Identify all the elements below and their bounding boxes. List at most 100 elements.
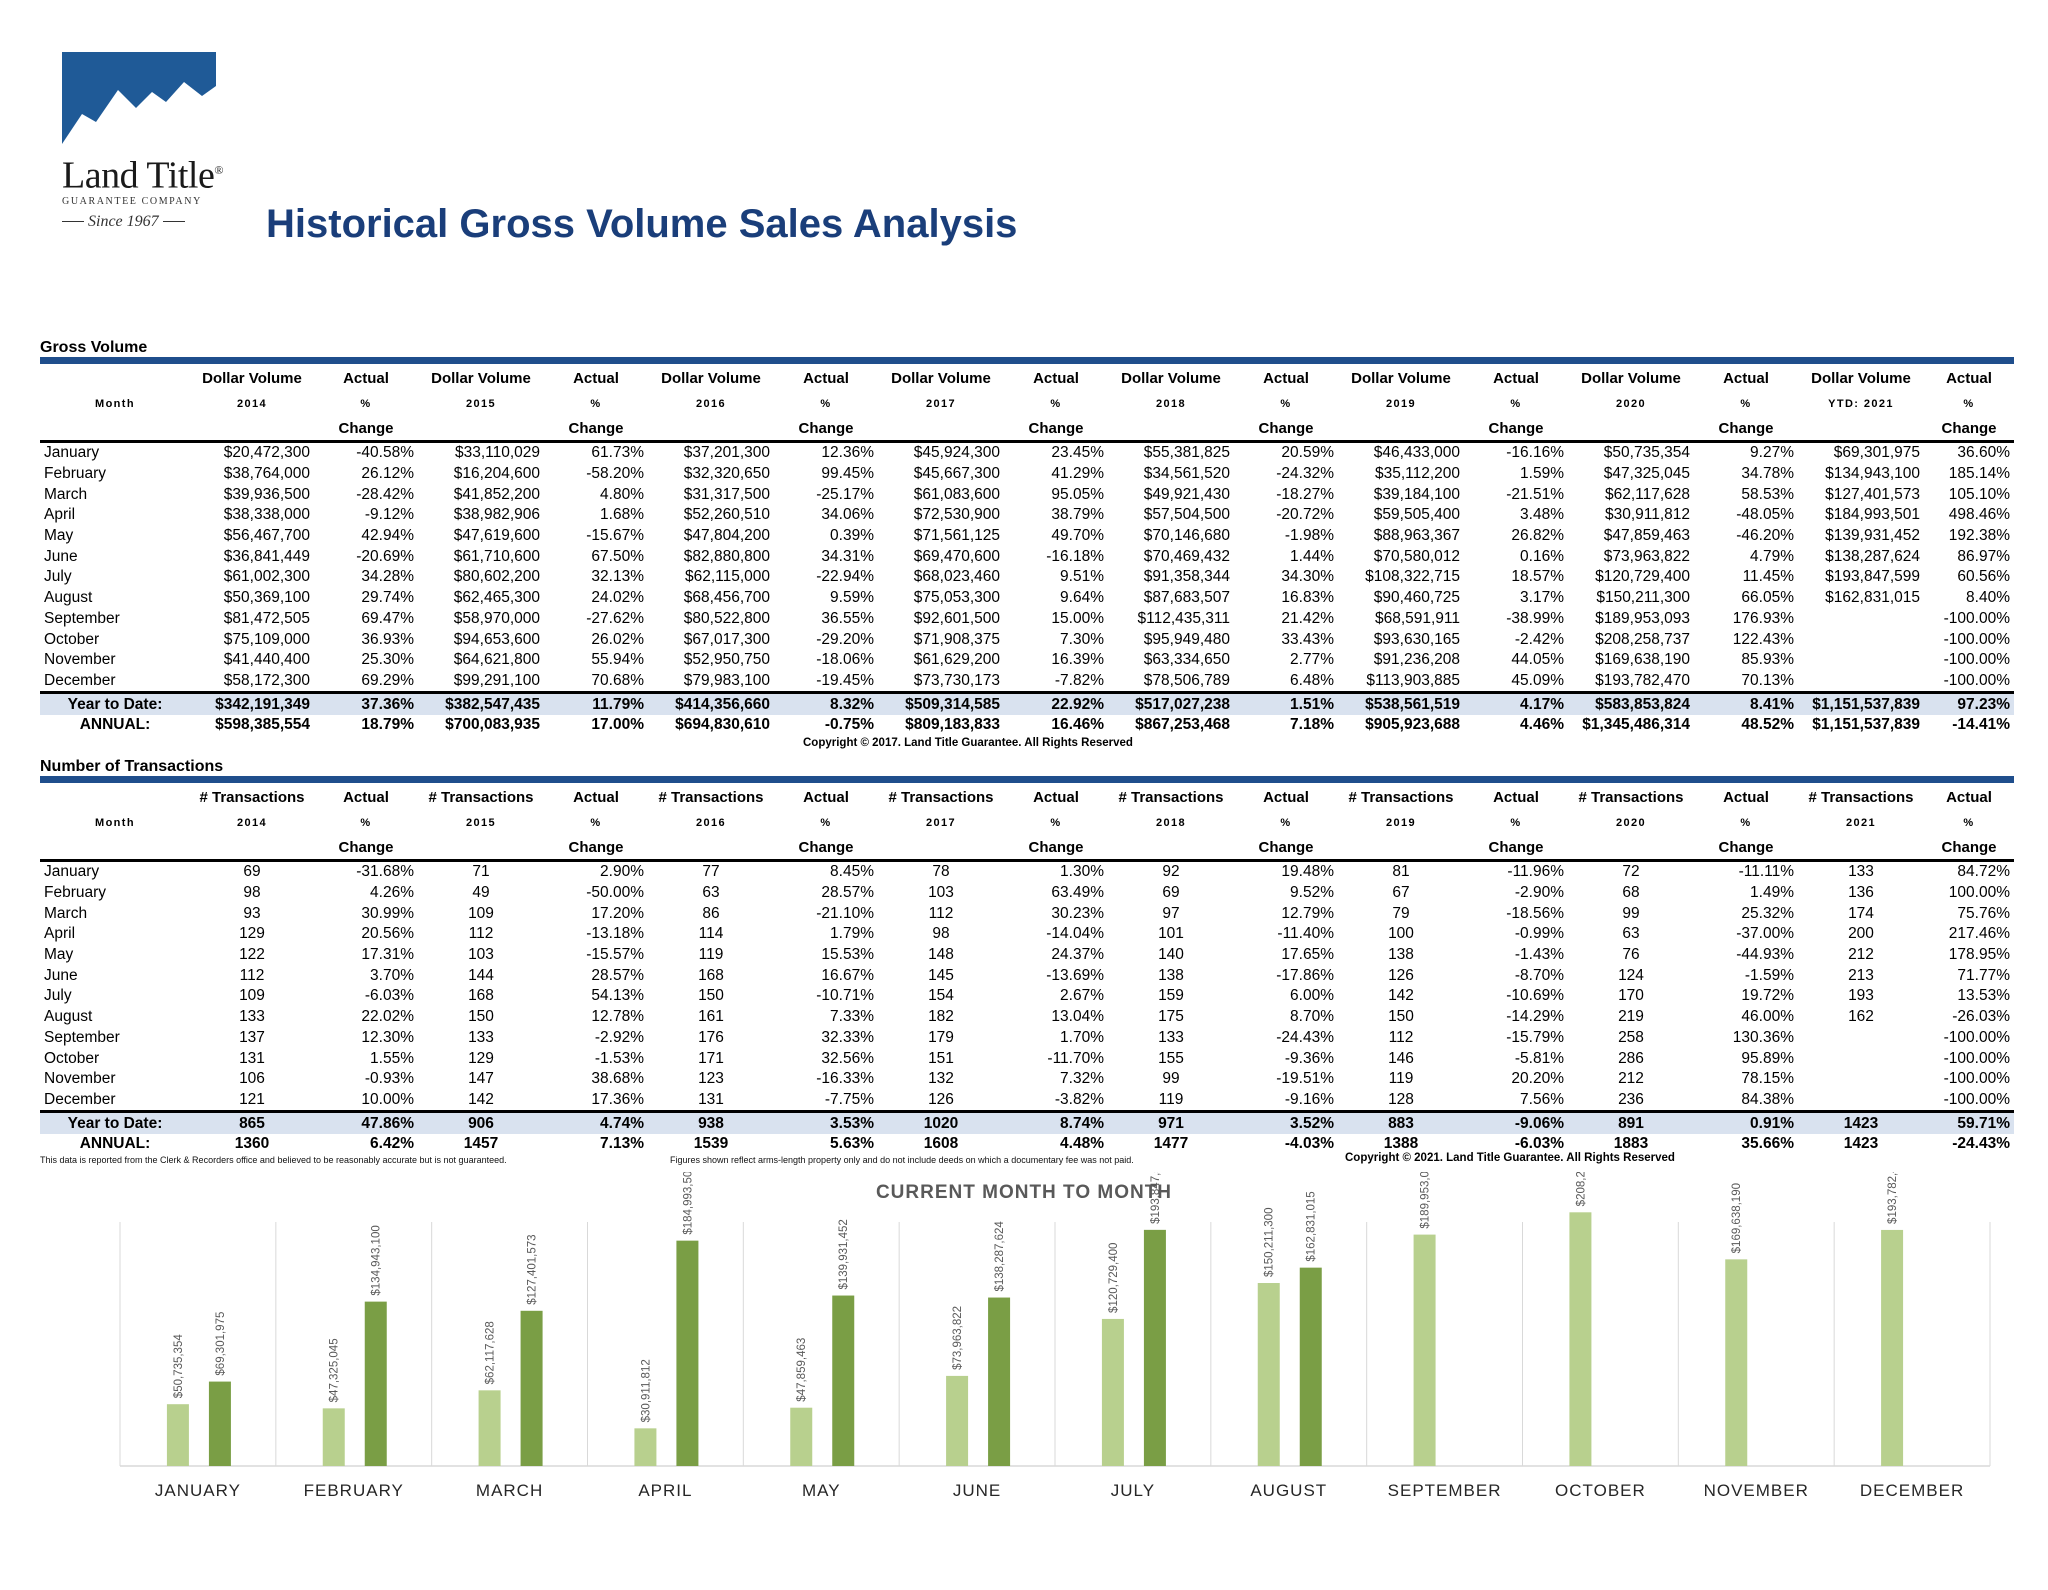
ytd-cell: 3.52% bbox=[1234, 1110, 1338, 1134]
ytd-cell: 1020 bbox=[878, 1110, 1004, 1134]
value-cell: $91,358,344 bbox=[1143, 568, 1230, 586]
value-cell bbox=[1798, 629, 1924, 650]
change-cell: -21.51% bbox=[1506, 485, 1564, 503]
header-year: 2020 bbox=[1615, 816, 1647, 829]
change-cell: -18.56% bbox=[1506, 904, 1564, 922]
value-cell: 131 bbox=[239, 1049, 265, 1067]
bar-march-prev bbox=[478, 1390, 501, 1466]
value-cell: 175 bbox=[1158, 1008, 1184, 1026]
ytd-cell: 8.41% bbox=[1694, 691, 1798, 715]
bar-data-label: $162,831,015 bbox=[1306, 1191, 1318, 1261]
change-cell: -58.20% bbox=[586, 465, 644, 483]
header-actual: Actual bbox=[1493, 789, 1539, 806]
value-cell: $68,591,911 bbox=[1374, 609, 1460, 627]
value-cell bbox=[1798, 671, 1924, 693]
change-cell: -26.03% bbox=[1952, 1008, 2010, 1026]
value-cell: $80,602,200 bbox=[453, 568, 540, 586]
gross-volume-band bbox=[40, 357, 2014, 364]
header-year: 2019 bbox=[1385, 816, 1417, 829]
change-cell: -1.59% bbox=[1744, 966, 1794, 984]
value-cell: 92 bbox=[1162, 863, 1180, 881]
x-tick-label: OCTOBER bbox=[1555, 1481, 1646, 1500]
month-cell: June bbox=[44, 966, 78, 984]
value-cell: 86 bbox=[702, 904, 720, 922]
header-volume: # Transactions bbox=[1118, 789, 1224, 806]
month-cell: April bbox=[44, 506, 76, 524]
bar-may-curr bbox=[832, 1295, 855, 1466]
change-cell: -14.04% bbox=[1046, 925, 1104, 943]
ytd-cell: 59.71% bbox=[1924, 1110, 2014, 1134]
value-cell: $189,953,093 bbox=[1595, 609, 1690, 627]
change-cell: 122.43% bbox=[1732, 630, 1794, 648]
value-cell: 99 bbox=[1162, 1070, 1180, 1088]
value-cell: $45,667,300 bbox=[913, 465, 1000, 483]
annual-cell: 35.66% bbox=[1741, 1135, 1794, 1153]
value-cell: 77 bbox=[702, 863, 720, 881]
change-cell: 13.04% bbox=[1051, 1008, 1104, 1026]
change-cell: 498.46% bbox=[1948, 506, 2010, 524]
value-cell: 122 bbox=[239, 946, 265, 964]
value-cell: $150,211,300 bbox=[1596, 589, 1690, 607]
change-cell: 15.00% bbox=[1051, 609, 1104, 627]
month-cell: November bbox=[44, 651, 116, 669]
change-cell: -44.93% bbox=[1736, 946, 1794, 964]
annual-cell: -24.43% bbox=[1952, 1135, 2010, 1153]
change-cell: -9.16% bbox=[1284, 1090, 1334, 1108]
header-year: 2014 bbox=[236, 397, 268, 410]
change-cell: 86.97% bbox=[1957, 547, 2010, 565]
change-cell: 1.30% bbox=[1060, 863, 1104, 881]
change-cell: 17.20% bbox=[591, 904, 644, 922]
ytd-cell: $342,191,349 bbox=[190, 691, 314, 715]
change-cell: -28.42% bbox=[356, 485, 414, 503]
change-cell: 13.53% bbox=[1957, 987, 2010, 1005]
value-cell: 146 bbox=[1388, 1049, 1414, 1067]
value-cell: $91,236,208 bbox=[1373, 651, 1460, 669]
change-cell: 6.48% bbox=[1290, 671, 1334, 689]
change-cell: 42.94% bbox=[361, 527, 414, 545]
change-cell: 34.31% bbox=[821, 547, 874, 565]
change-cell: 38.79% bbox=[1051, 506, 1104, 524]
bar-data-label: $193,782,470 bbox=[1887, 1172, 1899, 1224]
change-cell: -0.93% bbox=[364, 1070, 414, 1088]
change-cell: 70.68% bbox=[591, 671, 644, 689]
value-cell: $75,053,300 bbox=[913, 589, 1000, 607]
change-cell: -9.36% bbox=[1284, 1049, 1334, 1067]
value-cell: $71,561,125 bbox=[913, 527, 1000, 545]
change-cell: -46.20% bbox=[1736, 527, 1794, 545]
value-cell: 72 bbox=[1622, 863, 1640, 881]
header-change: Change bbox=[1924, 835, 2014, 862]
change-cell: -18.27% bbox=[1276, 485, 1334, 503]
month-cell: October bbox=[44, 1049, 100, 1067]
value-cell: 179 bbox=[928, 1028, 954, 1046]
change-cell: -2.90% bbox=[1514, 884, 1564, 902]
header-change: Change bbox=[1464, 416, 1568, 443]
value-cell: $81,472,505 bbox=[223, 609, 310, 627]
header-volume: Dollar Volume bbox=[661, 370, 761, 387]
bar-may-prev bbox=[790, 1407, 813, 1466]
value-cell: 151 bbox=[928, 1049, 954, 1067]
value-cell: $31,317,500 bbox=[683, 485, 770, 503]
ytd-cell: $509,314,585 bbox=[878, 691, 1004, 715]
annual-cell: 17.00% bbox=[591, 716, 644, 734]
change-cell: 26.02% bbox=[591, 630, 644, 648]
header-change: Change bbox=[1924, 416, 2014, 443]
annual-cell: 4.46% bbox=[1520, 716, 1564, 734]
month-cell: January bbox=[44, 444, 100, 462]
header-pct: % bbox=[1050, 397, 1062, 410]
x-tick-label: SEPTEMBER bbox=[1388, 1481, 1502, 1500]
change-cell: 36.60% bbox=[1957, 444, 2010, 462]
change-cell: 23.45% bbox=[1051, 444, 1104, 462]
value-cell: $37,201,300 bbox=[683, 444, 770, 462]
ytd-cell: $538,561,519 bbox=[1338, 691, 1464, 715]
value-cell: $82,880,800 bbox=[683, 547, 770, 565]
header-year: 2017 bbox=[925, 397, 957, 410]
bar-february-curr bbox=[364, 1301, 387, 1466]
change-cell: -13.18% bbox=[586, 925, 644, 943]
value-cell: 68 bbox=[1622, 884, 1640, 902]
change-cell: 105.10% bbox=[1948, 485, 2010, 503]
value-cell: 168 bbox=[698, 966, 724, 984]
header-blank bbox=[1338, 416, 1464, 443]
value-cell: 132 bbox=[928, 1070, 954, 1088]
change-cell: -37.00% bbox=[1736, 925, 1794, 943]
value-cell: $80,522,800 bbox=[683, 609, 770, 627]
